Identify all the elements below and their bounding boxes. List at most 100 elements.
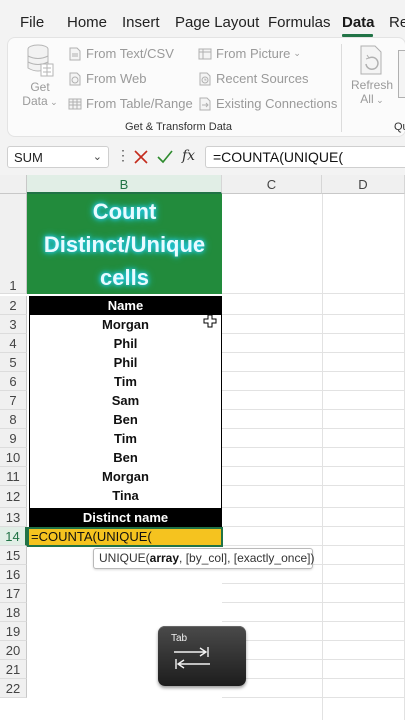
- get-data-line1: Get: [30, 80, 50, 94]
- from-text-csv-button[interactable]: From Text/CSV: [68, 46, 174, 61]
- name-cell[interactable]: Phil: [29, 334, 222, 353]
- row-header-20[interactable]: 20: [0, 641, 27, 660]
- row-header-4[interactable]: 4: [0, 334, 27, 353]
- grid-line: [222, 507, 405, 508]
- name-cell[interactable]: Morgan: [29, 315, 222, 334]
- more-options-icon[interactable]: ⋮: [116, 147, 130, 164]
- row-header-18[interactable]: 18: [0, 603, 27, 622]
- row-header-21[interactable]: 21: [0, 660, 27, 679]
- tab-review-partial[interactable]: Re: [389, 14, 405, 31]
- row-header-13[interactable]: 13: [0, 508, 27, 527]
- sheet-title: Count Distinct/Unique cells: [43, 198, 206, 290]
- name-cell[interactable]: Sam: [29, 391, 222, 410]
- grid-line: [222, 352, 405, 353]
- row-header-22[interactable]: 22: [0, 679, 27, 698]
- cancel-icon[interactable]: [134, 150, 148, 164]
- title-cell[interactable]: Count Distinct/Unique cells: [27, 194, 222, 294]
- excel-window: File Home Insert Page Layout Formulas Da…: [0, 0, 405, 720]
- name-cell[interactable]: Ben: [29, 448, 222, 467]
- formula-input[interactable]: =COUNTA(UNIQUE(: [205, 146, 405, 168]
- fx-icon[interactable]: fx: [182, 148, 195, 164]
- group-separator: [341, 44, 342, 132]
- name-box[interactable]: SUM ⌄: [7, 146, 109, 168]
- tab-formulas[interactable]: Formulas: [268, 14, 331, 31]
- from-web-button[interactable]: From Web: [68, 71, 146, 86]
- row-header-3[interactable]: 3: [0, 315, 27, 334]
- queries-group-label: Qu: [394, 121, 405, 133]
- tab-key-label: Tab: [171, 633, 188, 644]
- grid-line: [222, 447, 405, 448]
- from-picture-label: From Picture: [216, 46, 291, 61]
- grid-line: [222, 371, 405, 372]
- row-header-12[interactable]: 12: [0, 486, 27, 508]
- from-table-range-button[interactable]: From Table/Range: [68, 96, 193, 111]
- tab-home[interactable]: Home: [67, 14, 107, 31]
- row-header-10[interactable]: 10: [0, 448, 27, 467]
- enter-icon[interactable]: [157, 150, 173, 164]
- row-header-11[interactable]: 11: [0, 467, 27, 486]
- get-data-line2-wrap: Data ⌄: [20, 94, 60, 108]
- get-data-line2: Data: [22, 94, 48, 108]
- row-header-6[interactable]: 6: [0, 372, 27, 391]
- grid-line: [222, 640, 405, 641]
- row-header-8[interactable]: 8: [0, 410, 27, 429]
- function-tooltip[interactable]: UNIQUE(array, [by_col], [exactly_once]): [93, 548, 315, 569]
- grid-line: [222, 485, 405, 486]
- recent-sources-button[interactable]: Recent Sources: [198, 71, 309, 86]
- worksheet-grid: B C D 1 2 3 4 5 6 7 8 9 10 11 12 13 14 15 16 17 18 19 20 21 2…: [0, 175, 405, 720]
- row-header-17[interactable]: 17: [0, 584, 27, 603]
- row-header-15[interactable]: 15: [0, 546, 27, 565]
- text-csv-icon: [69, 47, 81, 60]
- chevron-down-icon: ⌄: [293, 48, 301, 58]
- name-cell[interactable]: Ben: [29, 410, 222, 429]
- column-header-b[interactable]: B: [27, 175, 222, 194]
- recent-sources-label: Recent Sources: [216, 71, 309, 86]
- tooltip-function: UNIQUE(: [99, 551, 150, 565]
- from-table-range-label: From Table/Range: [86, 96, 193, 111]
- grid-line: [222, 409, 405, 410]
- row-header-1[interactable]: 1: [0, 194, 27, 294]
- connections-icon: [199, 97, 211, 110]
- select-all-corner[interactable]: [0, 175, 27, 194]
- active-tab-indicator: [342, 34, 373, 37]
- grid-line: [222, 621, 405, 622]
- name-cell[interactable]: Morgan: [29, 467, 222, 486]
- name-cell[interactable]: Phil: [29, 353, 222, 372]
- row-header-5[interactable]: 5: [0, 353, 27, 372]
- get-data-button[interactable]: Get Data ⌄: [20, 44, 60, 116]
- grid-line: [322, 194, 323, 720]
- tab-page-layout[interactable]: Page Layout: [175, 14, 259, 31]
- column-header-d[interactable]: D: [322, 175, 405, 194]
- chevron-down-icon: ⌄: [92, 151, 102, 163]
- grid-line: [222, 678, 405, 679]
- distinct-name-header-cell[interactable]: Distinct name: [29, 508, 222, 527]
- name-cell[interactable]: Tim: [29, 372, 222, 391]
- tooltip-other-args: , [by_col], [exactly_once]): [179, 551, 315, 565]
- row-header-7[interactable]: 7: [0, 391, 27, 410]
- queries-partial-button[interactable]: [398, 50, 405, 98]
- active-cell-b14[interactable]: =COUNTA(UNIQUE(: [27, 527, 223, 547]
- tab-arrows-icon: [174, 647, 210, 669]
- name-cell[interactable]: Tim: [29, 429, 222, 448]
- refresh-all-button[interactable]: Refresh All ⌄: [350, 44, 394, 116]
- grid-line: [222, 583, 405, 584]
- name-cell[interactable]: Tina: [29, 486, 222, 508]
- tab-insert[interactable]: Insert: [122, 14, 160, 31]
- row-header-2[interactable]: 2: [0, 296, 27, 315]
- ribbon-tabs: File Home Insert Page Layout Formulas Da…: [0, 0, 405, 37]
- grid-line: [222, 293, 405, 294]
- row-header-16[interactable]: 16: [0, 565, 27, 584]
- column-header-c[interactable]: C: [222, 175, 322, 194]
- tab-data[interactable]: Data: [342, 14, 375, 31]
- from-text-csv-label: From Text/CSV: [86, 46, 174, 61]
- existing-connections-button[interactable]: Existing Connections: [198, 96, 337, 111]
- tab-file[interactable]: File: [20, 14, 44, 31]
- row-header-19[interactable]: 19: [0, 622, 27, 641]
- name-header-cell[interactable]: Name: [29, 296, 222, 315]
- database-icon: [27, 44, 54, 77]
- row-header-14[interactable]: 14: [0, 527, 27, 546]
- from-picture-button[interactable]: From Picture ⌄: [198, 46, 301, 61]
- row-header-9[interactable]: 9: [0, 429, 27, 448]
- refresh-line2-wrap: All ⌄: [350, 92, 394, 106]
- grid-line: [222, 428, 405, 429]
